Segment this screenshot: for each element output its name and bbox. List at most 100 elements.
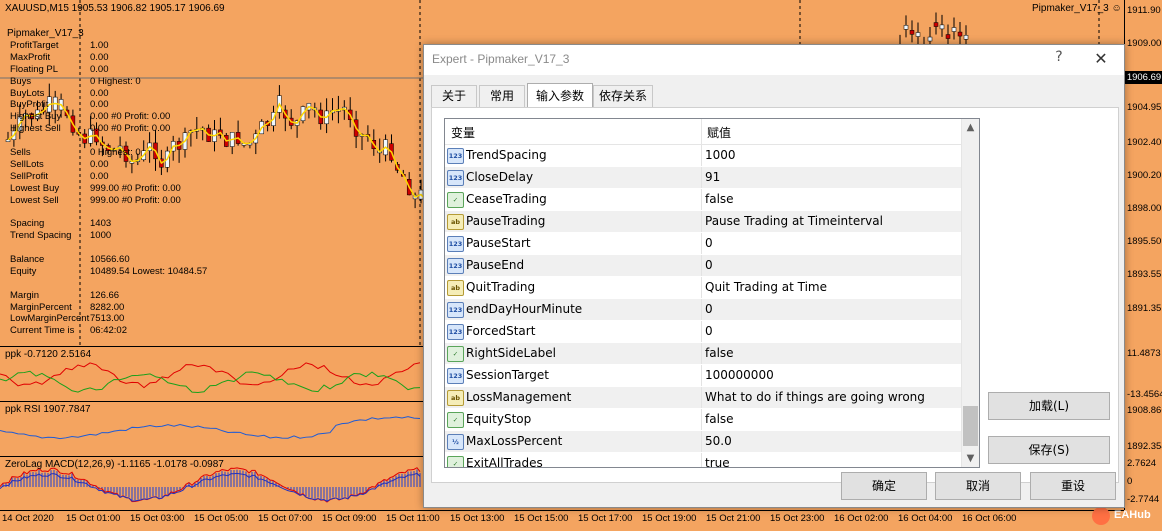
- param-row[interactable]: ✓ EquityStop false: [445, 409, 961, 431]
- ea-stat-label: LowMarginPercent: [10, 313, 90, 325]
- param-row[interactable]: 123 PauseStart 0: [445, 233, 961, 255]
- param-value[interactable]: Quit Trading at Time: [705, 280, 827, 294]
- param-row[interactable]: 123 SessionTarget 100000000: [445, 365, 961, 387]
- tab-dependencies[interactable]: 依存关系: [593, 85, 653, 107]
- time-label: 15 Oct 13:00: [450, 513, 505, 524]
- cell-separator: [701, 299, 702, 320]
- param-row[interactable]: 123 CloseDelay 91: [445, 167, 961, 189]
- scroll-up-icon[interactable]: ▲: [962, 119, 979, 136]
- tab-about[interactable]: 关于: [431, 85, 477, 107]
- cell-separator: [701, 431, 702, 452]
- candle-body: [933, 22, 939, 27]
- param-row[interactable]: ab PauseTrading Pause Trading at Timeinter…: [445, 211, 961, 233]
- help-button[interactable]: ?: [1050, 49, 1068, 69]
- int-type-icon: 123: [447, 170, 464, 186]
- indicator-tick: 11.4873: [1127, 348, 1161, 359]
- cell-separator: [701, 189, 702, 210]
- price-tick: 1891.35: [1127, 303, 1162, 314]
- rsi-line: [0, 416, 421, 440]
- ea-stat-label: SellLots: [10, 158, 44, 170]
- cell-separator: [701, 321, 702, 342]
- tab-common[interactable]: 常用: [479, 85, 525, 107]
- ea-stat-value: 0.00: [90, 87, 109, 99]
- param-value[interactable]: 1000: [705, 148, 736, 162]
- param-name: SessionTarget: [466, 368, 549, 382]
- eahub-watermark: EAHub: [1090, 505, 1162, 527]
- macd-tick: 2.7624: [1127, 458, 1157, 469]
- price-axis[interactable]: 1911.90 1909.00 1906.69 1904.95 1902.40 …: [1124, 0, 1162, 510]
- param-value[interactable]: 100000000: [705, 368, 774, 382]
- cell-separator: [701, 365, 702, 386]
- price-tick: 1904.95: [1127, 102, 1162, 113]
- scroll-down-icon[interactable]: ▼: [962, 450, 979, 467]
- expert-properties-dialog[interactable]: Expert - Pipmaker_V17_3 ? ✕ 关于 常用 输入参数 依…: [423, 44, 1125, 508]
- param-value[interactable]: false: [705, 192, 734, 206]
- param-value[interactable]: false: [705, 346, 734, 360]
- ea-stat-value: 10566.60: [90, 254, 130, 266]
- param-value[interactable]: 0: [705, 302, 713, 316]
- param-name: TrendSpacing: [466, 148, 547, 162]
- int-type-icon: 123: [447, 302, 464, 318]
- dialog-titlebar[interactable]: Expert - Pipmaker_V17_3 ? ✕: [424, 45, 1124, 75]
- param-value[interactable]: false: [705, 412, 734, 426]
- dbl-type-icon: ½: [447, 434, 464, 450]
- ea-stat-label: MaxProfit: [10, 51, 51, 63]
- int-type-icon: 123: [447, 368, 464, 384]
- save-button[interactable]: 保存(S): [988, 436, 1110, 464]
- ea-stat-value: 0.00: [90, 170, 109, 182]
- indicator-tick: -13.4564: [1127, 389, 1162, 400]
- ok-button[interactable]: 确定: [841, 472, 927, 500]
- candle-body: [909, 30, 915, 35]
- param-row[interactable]: ✓ RightSideLabel false: [445, 343, 961, 365]
- param-row[interactable]: ½ MaxLossPercent 50.0: [445, 431, 961, 453]
- param-value[interactable]: 0: [705, 324, 713, 338]
- input-parameters-grid[interactable]: 变量 赋值 123 TrendSpacing 1000 123 CloseDelay 91…: [444, 118, 980, 468]
- ea-stat-label: Floating PL: [10, 63, 59, 75]
- param-row[interactable]: ✓ ExitAllTrades true: [445, 453, 961, 468]
- tab-inputs[interactable]: 输入参数: [527, 83, 593, 108]
- time-axis[interactable]: 14 Oct 2020 15 Oct 01:00 15 Oct 03:00 15…: [0, 510, 1124, 531]
- ea-stat-value: 0.00: [90, 158, 109, 170]
- param-row[interactable]: 123 ForcedStart 0: [445, 321, 961, 343]
- candle-body: [903, 25, 909, 30]
- param-row[interactable]: 123 PauseEnd 0: [445, 255, 961, 277]
- variable-column-header[interactable]: 变量: [451, 124, 475, 141]
- scroll-thumb[interactable]: [963, 406, 978, 446]
- ea-stat-value: 0 Highest: 0: [90, 75, 141, 87]
- ea-stat-value: 1.00: [90, 40, 109, 51]
- cell-separator: [701, 277, 702, 298]
- param-value[interactable]: 91: [705, 170, 720, 184]
- column-separator[interactable]: [701, 119, 702, 144]
- param-row[interactable]: 123 endDayHourMinute 0: [445, 299, 961, 321]
- ppk-red-line: [0, 362, 421, 389]
- ea-panel-title: Pipmaker_V17_3: [7, 28, 84, 39]
- param-row[interactable]: 123 TrendSpacing 1000: [445, 145, 961, 167]
- param-value[interactable]: 0: [705, 258, 713, 272]
- param-value[interactable]: 50.0: [705, 434, 732, 448]
- eahub-logo-icon: [1092, 507, 1110, 525]
- chart-symbol-title: XAUUSD,M15 1905.53 1906.82 1905.17 1906.…: [5, 3, 225, 14]
- param-value[interactable]: true: [705, 456, 730, 467]
- time-label: 14 Oct 2020: [2, 513, 54, 524]
- param-value[interactable]: What to do if things are going wrong: [705, 390, 925, 404]
- time-label: 15 Oct 11:00: [386, 513, 440, 524]
- param-row[interactable]: ab QuitTrading Quit Trading at Time: [445, 277, 961, 299]
- ea-stat-value: 0.00: [90, 51, 109, 63]
- param-row[interactable]: ✓ CeaseTrading false: [445, 189, 961, 211]
- cancel-button[interactable]: 取消: [935, 472, 1021, 500]
- param-row[interactable]: ab LossManagement What to do if things are…: [445, 387, 961, 409]
- grid-scrollbar[interactable]: ▲ ▼: [961, 119, 979, 467]
- ea-stat-label: Buys: [10, 75, 32, 87]
- load-button[interactable]: 加载(L): [988, 392, 1110, 420]
- param-value[interactable]: 0: [705, 236, 713, 250]
- value-column-header[interactable]: 赋值: [707, 124, 731, 141]
- param-name: MaxLossPercent: [466, 434, 563, 448]
- param-name: ExitAllTrades: [466, 456, 543, 468]
- ea-name-label: Pipmaker_V17_3 ☺: [1032, 3, 1122, 14]
- dialog-title: Expert - Pipmaker_V17_3: [432, 52, 570, 66]
- reset-button[interactable]: 重设: [1030, 472, 1116, 500]
- candle-body: [927, 36, 933, 42]
- time-label: 15 Oct 09:00: [322, 513, 377, 524]
- param-value[interactable]: Pause Trading at Timeinterval: [705, 214, 883, 228]
- close-button[interactable]: ✕: [1090, 48, 1112, 70]
